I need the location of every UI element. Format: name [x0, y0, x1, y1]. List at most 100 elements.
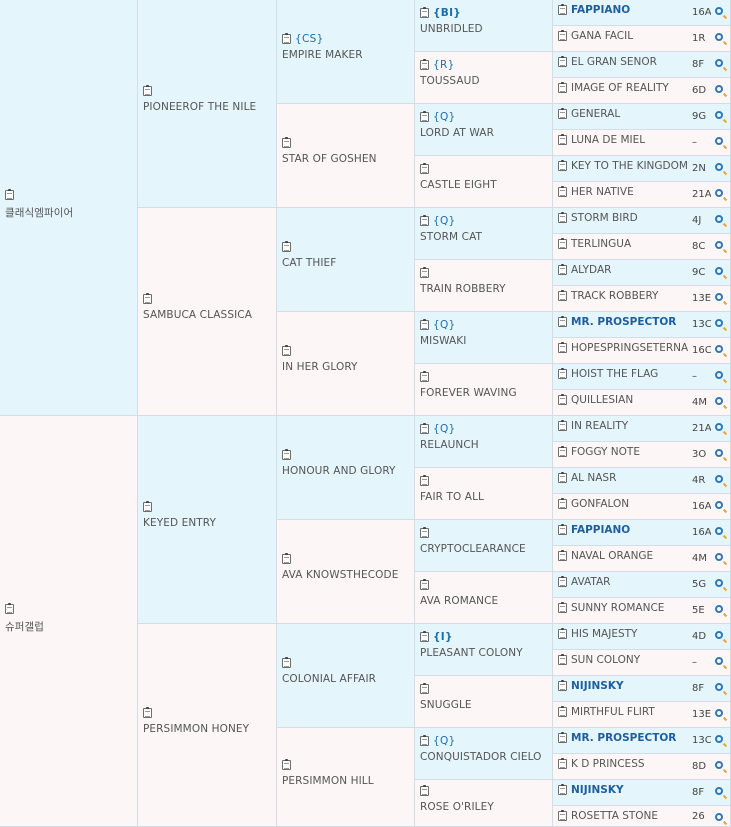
- horse-name-link[interactable]: SUNNY ROMANCE: [571, 602, 664, 614]
- horse-name-link[interactable]: GENERAL: [571, 108, 620, 120]
- horse-name-link[interactable]: STORM BIRD: [571, 212, 638, 224]
- horse-name-link[interactable]: NIJINSKY: [571, 784, 624, 796]
- magnifier-icon[interactable]: [715, 189, 723, 197]
- clipboard-icon[interactable]: [558, 186, 567, 197]
- horse-name-link[interactable]: 슈퍼갤럽: [5, 619, 44, 634]
- horse-name-link[interactable]: STAR OF GOSHEN: [282, 153, 377, 165]
- magnifier-icon[interactable]: [715, 605, 723, 613]
- clipboard-icon[interactable]: [282, 759, 291, 770]
- clipboard-icon[interactable]: [282, 553, 291, 564]
- horse-name-link[interactable]: TRACK ROBBERY: [571, 290, 658, 302]
- horse-name-link[interactable]: GANA FACIL: [571, 30, 633, 42]
- clipboard-icon[interactable]: [558, 4, 567, 15]
- horse-name-link[interactable]: MISWAKI: [420, 335, 467, 347]
- horse-name-link[interactable]: SUN COLONY: [571, 654, 640, 666]
- clipboard-icon[interactable]: [5, 189, 14, 200]
- clipboard-icon[interactable]: [5, 603, 14, 614]
- magnifier-icon[interactable]: [715, 241, 723, 249]
- horse-name-link[interactable]: FAIR TO ALL: [420, 491, 484, 503]
- magnifier-icon[interactable]: [715, 475, 723, 483]
- horse-name-link[interactable]: UNBRIDLED: [420, 23, 483, 35]
- clipboard-icon[interactable]: [282, 241, 291, 252]
- clipboard-icon[interactable]: [420, 267, 429, 278]
- magnifier-icon[interactable]: [715, 631, 723, 639]
- clipboard-icon[interactable]: [558, 420, 567, 431]
- magnifier-icon[interactable]: [715, 579, 723, 587]
- horse-name-link[interactable]: TRAIN ROBBERY: [420, 283, 506, 295]
- clipboard-icon[interactable]: [143, 85, 152, 96]
- horse-name-link[interactable]: CAT THIEF: [282, 257, 336, 269]
- horse-name-link[interactable]: HOPESPRINGSETERNAL: [571, 342, 689, 354]
- horse-name-link[interactable]: ROSE O'RILEY: [420, 801, 494, 813]
- clipboard-icon[interactable]: [558, 134, 567, 145]
- magnifier-icon[interactable]: [715, 163, 723, 171]
- magnifier-icon[interactable]: [715, 449, 723, 457]
- horse-name-link[interactable]: QUILLESIAN: [571, 394, 633, 406]
- magnifier-icon[interactable]: [715, 85, 723, 93]
- clipboard-icon[interactable]: [282, 33, 291, 44]
- clipboard-icon[interactable]: [143, 707, 152, 718]
- clipboard-icon[interactable]: [558, 316, 567, 327]
- horse-name-link[interactable]: HIS MAJESTY: [571, 628, 637, 640]
- clipboard-icon[interactable]: [558, 56, 567, 67]
- horse-name-link[interactable]: FAPPIANO: [571, 524, 630, 536]
- clipboard-icon[interactable]: [420, 631, 429, 642]
- clipboard-icon[interactable]: [558, 290, 567, 301]
- horse-name-link[interactable]: MR. PROSPECTOR: [571, 316, 676, 328]
- clipboard-icon[interactable]: [558, 576, 567, 587]
- horse-name-link[interactable]: MR. PROSPECTOR: [571, 732, 676, 744]
- horse-name-link[interactable]: EL GRAN SENOR: [571, 56, 657, 68]
- clipboard-icon[interactable]: [558, 550, 567, 561]
- horse-name-link[interactable]: RELAUNCH: [420, 439, 479, 451]
- clipboard-icon[interactable]: [558, 394, 567, 405]
- magnifier-icon[interactable]: [715, 345, 723, 353]
- horse-name-link[interactable]: TERLINGUA: [571, 238, 631, 250]
- horse-name-link[interactable]: CRYPTOCLEARANCE: [420, 543, 526, 555]
- clipboard-icon[interactable]: [282, 657, 291, 668]
- magnifier-icon[interactable]: [715, 293, 723, 301]
- clipboard-icon[interactable]: [420, 7, 429, 18]
- horse-name-link[interactable]: IN REALITY: [571, 420, 628, 432]
- clipboard-icon[interactable]: [420, 111, 429, 122]
- clipboard-icon[interactable]: [558, 264, 567, 275]
- magnifier-icon[interactable]: [715, 59, 723, 67]
- magnifier-icon[interactable]: [715, 527, 723, 535]
- clipboard-icon[interactable]: [143, 501, 152, 512]
- magnifier-icon[interactable]: [715, 267, 723, 275]
- clipboard-icon[interactable]: [558, 212, 567, 223]
- clipboard-icon[interactable]: [420, 735, 429, 746]
- magnifier-icon[interactable]: [715, 735, 723, 743]
- clipboard-icon[interactable]: [558, 628, 567, 639]
- horse-name-link[interactable]: TOUSSAUD: [420, 75, 480, 87]
- clipboard-icon[interactable]: [420, 215, 429, 226]
- horse-name-link[interactable]: CASTLE EIGHT: [420, 179, 497, 191]
- magnifier-icon[interactable]: [715, 657, 723, 665]
- horse-name-link[interactable]: STORM CAT: [420, 231, 482, 243]
- magnifier-icon[interactable]: [715, 137, 723, 145]
- horse-name-link[interactable]: IMAGE OF REALITY: [571, 82, 669, 94]
- horse-name-link[interactable]: HER NATIVE: [571, 186, 634, 198]
- clipboard-icon[interactable]: [558, 498, 567, 509]
- clipboard-icon[interactable]: [558, 160, 567, 171]
- magnifier-icon[interactable]: [715, 397, 723, 405]
- clipboard-icon[interactable]: [558, 680, 567, 691]
- horse-name-link[interactable]: AL NASR: [571, 472, 616, 484]
- clipboard-icon[interactable]: [558, 524, 567, 535]
- magnifier-icon[interactable]: [715, 423, 723, 431]
- horse-name-link[interactable]: 클래식엠파이어: [5, 205, 73, 220]
- clipboard-icon[interactable]: [420, 59, 429, 70]
- clipboard-icon[interactable]: [420, 683, 429, 694]
- horse-name-link[interactable]: NIJINSKY: [571, 680, 624, 692]
- clipboard-icon[interactable]: [282, 345, 291, 356]
- magnifier-icon[interactable]: [715, 709, 723, 717]
- horse-name-link[interactable]: HONOUR AND GLORY: [282, 465, 396, 477]
- clipboard-icon[interactable]: [420, 475, 429, 486]
- clipboard-icon[interactable]: [558, 706, 567, 717]
- clipboard-icon[interactable]: [420, 527, 429, 538]
- horse-name-link[interactable]: AVA KNOWSTHECODE: [282, 569, 398, 581]
- clipboard-icon[interactable]: [420, 579, 429, 590]
- magnifier-icon[interactable]: [715, 761, 723, 769]
- horse-name-link[interactable]: PIONEEROF THE NILE: [143, 101, 256, 113]
- clipboard-icon[interactable]: [420, 423, 429, 434]
- horse-name-link[interactable]: COLONIAL AFFAIR: [282, 673, 376, 685]
